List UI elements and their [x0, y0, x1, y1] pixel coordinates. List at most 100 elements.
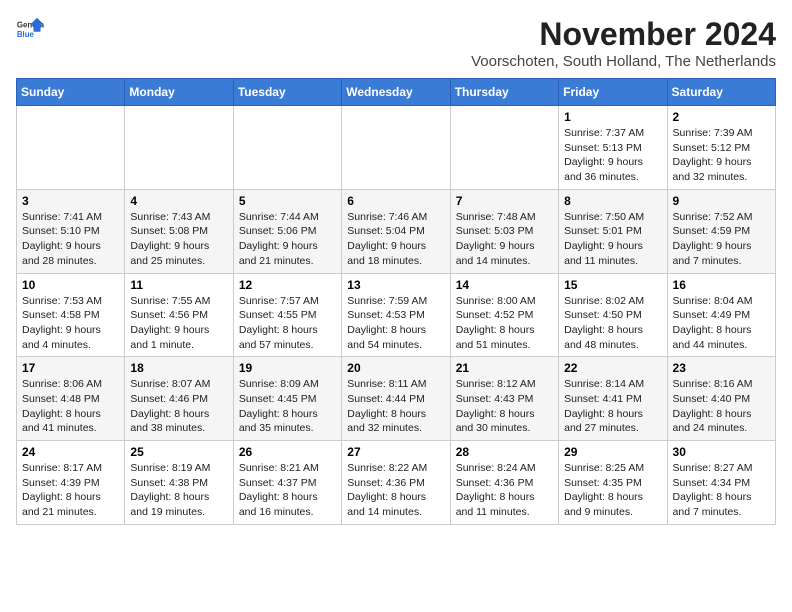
day-number: 22 — [564, 361, 661, 375]
calendar-cell: 6 Sunrise: 7:46 AM Sunset: 5:04 PM Daylig… — [342, 189, 450, 273]
calendar-day-header: Wednesday — [342, 79, 450, 106]
calendar-cell: 27 Sunrise: 8:22 AM Sunset: 4:36 PM Dayli… — [342, 441, 450, 525]
calendar-cell: 14Sunrise: 8:00 AM Sunset: 4:52 PM Dayli… — [450, 273, 558, 357]
calendar-day-header: Saturday — [667, 79, 775, 106]
day-info: Sunrise: 7:43 AM Sunset: 5:08 PM Dayligh… — [130, 210, 227, 269]
day-number: 20 — [347, 361, 444, 375]
calendar-cell: 23 Sunrise: 8:16 AM Sunset: 4:40 PM Dayli… — [667, 357, 775, 441]
calendar-cell — [17, 106, 125, 190]
day-number: 28 — [456, 445, 553, 459]
day-number: 24 — [22, 445, 119, 459]
calendar-cell: 24 Sunrise: 8:17 AM Sunset: 4:39 PM Dayli… — [17, 441, 125, 525]
day-number: 23 — [673, 361, 770, 375]
calendar-day-header: Thursday — [450, 79, 558, 106]
day-number: 13 — [347, 278, 444, 292]
calendar-cell: 30Sunrise: 8:27 AM Sunset: 4:34 PM Dayli… — [667, 441, 775, 525]
calendar-cell: 15 Sunrise: 8:02 AM Sunset: 4:50 PM Dayli… — [559, 273, 667, 357]
day-info: Sunrise: 8:24 AM Sunset: 4:36 PM Dayligh… — [456, 461, 553, 520]
calendar-week-row: 10 Sunrise: 7:53 AM Sunset: 4:58 PM Dayli… — [17, 273, 776, 357]
calendar-day-header: Friday — [559, 79, 667, 106]
day-number: 21 — [456, 361, 553, 375]
calendar-day-header: Sunday — [17, 79, 125, 106]
calendar-day-header: Tuesday — [233, 79, 341, 106]
day-info: Sunrise: 8:17 AM Sunset: 4:39 PM Dayligh… — [22, 461, 119, 520]
day-info: Sunrise: 8:19 AM Sunset: 4:38 PM Dayligh… — [130, 461, 227, 520]
day-number: 10 — [22, 278, 119, 292]
calendar-cell: 5Sunrise: 7:44 AM Sunset: 5:06 PM Daylig… — [233, 189, 341, 273]
day-number: 19 — [239, 361, 336, 375]
logo-icon: General Blue — [16, 16, 44, 44]
day-number: 29 — [564, 445, 661, 459]
calendar-cell: 3 Sunrise: 7:41 AM Sunset: 5:10 PM Daylig… — [17, 189, 125, 273]
calendar-cell — [125, 106, 233, 190]
calendar-cell: 20 Sunrise: 8:11 AM Sunset: 4:44 PM Dayli… — [342, 357, 450, 441]
calendar-week-row: 17Sunrise: 8:06 AM Sunset: 4:48 PM Dayli… — [17, 357, 776, 441]
month-title: November 2024 — [471, 16, 776, 53]
calendar-header: SundayMondayTuesdayWednesdayThursdayFrid… — [17, 79, 776, 106]
day-info: Sunrise: 7:57 AM Sunset: 4:55 PM Dayligh… — [239, 294, 336, 353]
calendar-cell: 9 Sunrise: 7:52 AM Sunset: 4:59 PM Daylig… — [667, 189, 775, 273]
day-info: Sunrise: 7:46 AM Sunset: 5:04 PM Dayligh… — [347, 210, 444, 269]
day-info: Sunrise: 8:12 AM Sunset: 4:43 PM Dayligh… — [456, 377, 553, 436]
day-info: Sunrise: 7:52 AM Sunset: 4:59 PM Dayligh… — [673, 210, 770, 269]
calendar-cell: 26 Sunrise: 8:21 AM Sunset: 4:37 PM Dayli… — [233, 441, 341, 525]
day-number: 17 — [22, 361, 119, 375]
day-number: 26 — [239, 445, 336, 459]
day-info: Sunrise: 8:16 AM Sunset: 4:40 PM Dayligh… — [673, 377, 770, 436]
day-info: Sunrise: 8:25 AM Sunset: 4:35 PM Dayligh… — [564, 461, 661, 520]
day-info: Sunrise: 7:41 AM Sunset: 5:10 PM Dayligh… — [22, 210, 119, 269]
day-info: Sunrise: 8:00 AM Sunset: 4:52 PM Dayligh… — [456, 294, 553, 353]
day-info: Sunrise: 8:22 AM Sunset: 4:36 PM Dayligh… — [347, 461, 444, 520]
day-number: 8 — [564, 194, 661, 208]
day-info: Sunrise: 8:07 AM Sunset: 4:46 PM Dayligh… — [130, 377, 227, 436]
day-info: Sunrise: 7:37 AM Sunset: 5:13 PM Dayligh… — [564, 126, 661, 185]
day-info: Sunrise: 7:55 AM Sunset: 4:56 PM Dayligh… — [130, 294, 227, 353]
location: Voorschoten, South Holland, The Netherla… — [471, 53, 776, 70]
day-number: 9 — [673, 194, 770, 208]
day-number: 27 — [347, 445, 444, 459]
day-info: Sunrise: 8:11 AM Sunset: 4:44 PM Dayligh… — [347, 377, 444, 436]
day-number: 2 — [673, 110, 770, 124]
day-number: 11 — [130, 278, 227, 292]
day-info: Sunrise: 7:39 AM Sunset: 5:12 PM Dayligh… — [673, 126, 770, 185]
calendar-cell: 13 Sunrise: 7:59 AM Sunset: 4:53 PM Dayli… — [342, 273, 450, 357]
calendar-cell: 29 Sunrise: 8:25 AM Sunset: 4:35 PM Dayli… — [559, 441, 667, 525]
calendar-cell: 19 Sunrise: 8:09 AM Sunset: 4:45 PM Dayli… — [233, 357, 341, 441]
day-info: Sunrise: 7:59 AM Sunset: 4:53 PM Dayligh… — [347, 294, 444, 353]
day-number: 7 — [456, 194, 553, 208]
calendar-cell: 10 Sunrise: 7:53 AM Sunset: 4:58 PM Dayli… — [17, 273, 125, 357]
calendar-cell: 11 Sunrise: 7:55 AM Sunset: 4:56 PM Dayli… — [125, 273, 233, 357]
day-info: Sunrise: 7:50 AM Sunset: 5:01 PM Dayligh… — [564, 210, 661, 269]
day-info: Sunrise: 8:21 AM Sunset: 4:37 PM Dayligh… — [239, 461, 336, 520]
calendar-cell — [450, 106, 558, 190]
day-number: 1 — [564, 110, 661, 124]
day-number: 3 — [22, 194, 119, 208]
title-section: November 2024 Voorschoten, South Holland… — [471, 16, 776, 70]
day-info: Sunrise: 7:53 AM Sunset: 4:58 PM Dayligh… — [22, 294, 119, 353]
day-info: Sunrise: 8:09 AM Sunset: 4:45 PM Dayligh… — [239, 377, 336, 436]
day-info: Sunrise: 7:48 AM Sunset: 5:03 PM Dayligh… — [456, 210, 553, 269]
calendar-cell: 12Sunrise: 7:57 AM Sunset: 4:55 PM Dayli… — [233, 273, 341, 357]
day-number: 6 — [347, 194, 444, 208]
calendar-cell — [342, 106, 450, 190]
calendar-cell: 25 Sunrise: 8:19 AM Sunset: 4:38 PM Dayli… — [125, 441, 233, 525]
calendar-cell: 21 Sunrise: 8:12 AM Sunset: 4:43 PM Dayli… — [450, 357, 558, 441]
day-number: 16 — [673, 278, 770, 292]
day-number: 25 — [130, 445, 227, 459]
calendar-day-header: Monday — [125, 79, 233, 106]
day-info: Sunrise: 7:44 AM Sunset: 5:06 PM Dayligh… — [239, 210, 336, 269]
calendar-week-row: 24 Sunrise: 8:17 AM Sunset: 4:39 PM Dayli… — [17, 441, 776, 525]
calendar-cell: 28 Sunrise: 8:24 AM Sunset: 4:36 PM Dayli… — [450, 441, 558, 525]
day-info: Sunrise: 8:02 AM Sunset: 4:50 PM Dayligh… — [564, 294, 661, 353]
day-number: 15 — [564, 278, 661, 292]
calendar-cell: 17Sunrise: 8:06 AM Sunset: 4:48 PM Dayli… — [17, 357, 125, 441]
calendar-cell: 8 Sunrise: 7:50 AM Sunset: 5:01 PM Daylig… — [559, 189, 667, 273]
logo: General Blue — [16, 16, 44, 44]
calendar-cell: 4Sunrise: 7:43 AM Sunset: 5:08 PM Daylig… — [125, 189, 233, 273]
day-number: 18 — [130, 361, 227, 375]
calendar-cell: 2 Sunrise: 7:39 AM Sunset: 5:12 PM Daylig… — [667, 106, 775, 190]
calendar-table: SundayMondayTuesdayWednesdayThursdayFrid… — [16, 78, 776, 525]
calendar-cell: 18 Sunrise: 8:07 AM Sunset: 4:46 PM Dayli… — [125, 357, 233, 441]
calendar-week-row: 1 Sunrise: 7:37 AM Sunset: 5:13 PM Daylig… — [17, 106, 776, 190]
page-header: General Blue November 2024 Voorschoten, … — [16, 16, 776, 70]
